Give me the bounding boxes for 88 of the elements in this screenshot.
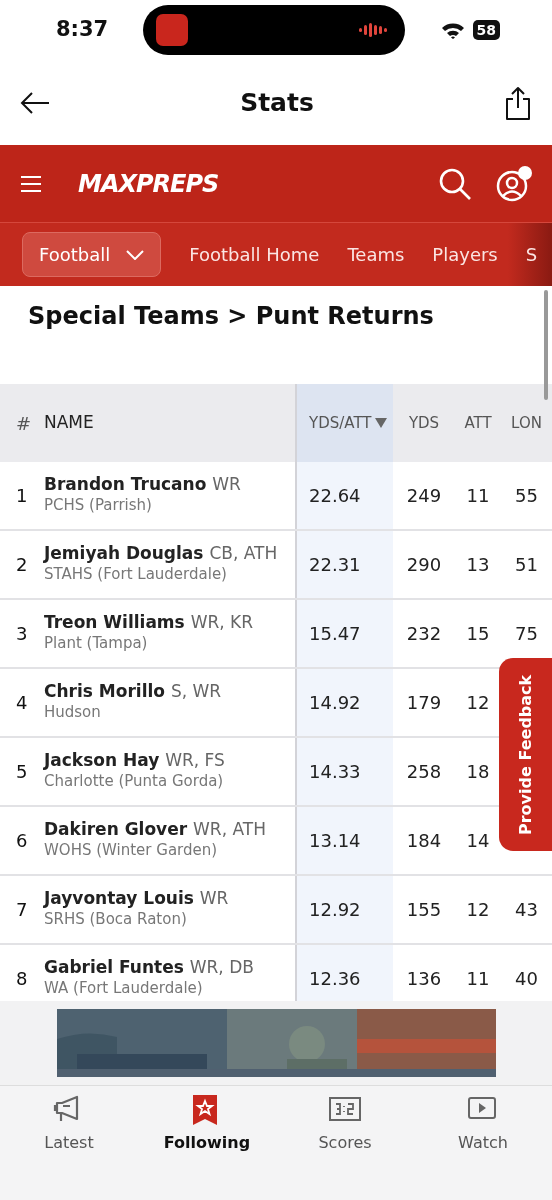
- page-header-title: Stats: [240, 86, 314, 119]
- account-icon: [496, 165, 532, 202]
- column-header[interactable]: LON: [501, 411, 552, 435]
- rank-cell-text: 7: [15, 899, 28, 920]
- rank-cell-text: 1: [15, 485, 28, 506]
- back-button[interactable]: [20, 90, 50, 115]
- table-cell: 14: [466, 830, 490, 851]
- table-cell-text: 14.92: [309, 691, 361, 715]
- player-name[interactable]: Jackson Hay WR, FS: [44, 750, 295, 771]
- school-name: STAHS (Fort Lauderdale): [44, 564, 228, 586]
- audio-wave-icon: [359, 23, 390, 37]
- share-button[interactable]: [504, 85, 532, 120]
- table-cell-text: 15.47: [309, 622, 361, 646]
- player-name[interactable]: Dakiren Glover WR, ATH: [44, 819, 295, 840]
- rank-cell-text: 8: [15, 968, 28, 989]
- table-cell: 51: [515, 554, 538, 575]
- table-cell: 55: [515, 485, 538, 506]
- table-cell: 13: [466, 554, 490, 575]
- table-cell-text: 12.92: [309, 898, 361, 922]
- player-name[interactable]: Treon Williams WR, KR: [44, 612, 295, 633]
- school-name: Plant (Tampa): [44, 633, 149, 655]
- table-cell: 290: [406, 554, 442, 575]
- account-button[interactable]: [496, 165, 532, 202]
- table-cell-text: 13.14: [309, 829, 361, 853]
- menu-icon: [20, 175, 42, 193]
- school-name: PCHS (Parrish): [44, 495, 153, 517]
- table-cell: 11: [466, 485, 490, 506]
- table-cell: 184: [406, 830, 442, 851]
- school-name: WOHS (Winter Garden): [44, 840, 219, 862]
- table-cell: 40: [515, 968, 538, 989]
- brand-logo[interactable]: MAXPREPS: [78, 165, 219, 202]
- school-name: Hudson: [44, 702, 102, 724]
- sport-dropdown[interactable]: Football: [22, 232, 162, 277]
- school-name: SRHS (Boca Raton): [44, 909, 188, 931]
- column-header[interactable]: YDS/ATT: [295, 384, 393, 462]
- column-header[interactable]: NAME: [44, 410, 295, 436]
- table-cell: 12: [466, 692, 490, 713]
- tab-bar-item[interactable]: Latest: [0, 1094, 138, 1200]
- table-cell-text: 14.33: [309, 760, 361, 784]
- column-header[interactable]: YDS: [393, 411, 455, 435]
- rank-cell-text: 2: [15, 554, 28, 575]
- table-cell: 43: [515, 899, 538, 920]
- table-cell: 12: [466, 899, 490, 920]
- table-cell: 136: [406, 968, 442, 989]
- feedback-button[interactable]: Provide Feedback: [499, 658, 552, 851]
- nav-link[interactable]: Football Home: [189, 241, 320, 268]
- school-name: WA (Fort Lauderdale): [44, 978, 204, 1000]
- table-cell: 249: [406, 485, 442, 506]
- table-cell: 155: [406, 899, 442, 920]
- player-name[interactable]: Chris Morillo S, WR: [44, 681, 295, 702]
- table-cell: 15: [466, 623, 490, 644]
- player-name[interactable]: Jayvontay Louis WR: [44, 888, 295, 909]
- rank-cell-text: 6: [15, 830, 28, 851]
- status-time: 8:37: [56, 16, 109, 44]
- rank-cell-text: 4: [15, 692, 28, 713]
- sort-desc-icon: [375, 418, 388, 428]
- nav-link[interactable]: Teams: [347, 241, 405, 268]
- table-cell: 18: [466, 761, 490, 782]
- rank-cell-text: 3: [15, 623, 28, 644]
- table-cell: 179: [406, 692, 442, 713]
- tab-bar-item[interactable]: Watch: [414, 1094, 552, 1200]
- tab-bar-item[interactable]: Following: [138, 1094, 276, 1200]
- battery-icon: 58: [472, 20, 500, 40]
- school-name: Charlotte (Punta Gorda): [44, 771, 225, 793]
- player-name[interactable]: Gabriel Funtes WR, DB: [44, 957, 295, 978]
- nav-link[interactable]: Players: [432, 241, 498, 268]
- rank-cell-text: 5: [15, 761, 28, 782]
- table-cell-text: 12.36: [309, 967, 361, 991]
- tab-bar-item[interactable]: Scores: [276, 1094, 414, 1200]
- table-cell-text: 22.31: [309, 553, 361, 577]
- section-title: Special Teams > Punt Returns: [28, 302, 435, 331]
- player-name[interactable]: Brandon Trucano WR: [44, 474, 295, 495]
- table-cell: 258: [406, 761, 442, 782]
- back-arrow-icon: [20, 92, 50, 114]
- column-header[interactable]: #: [0, 409, 44, 437]
- player-name[interactable]: Jemiyah Douglas CB, ATH: [44, 543, 295, 564]
- wifi-icon: [440, 21, 465, 39]
- search-icon: [438, 166, 472, 201]
- nav-link[interactable]: S: [525, 241, 538, 268]
- search-button[interactable]: [438, 166, 472, 201]
- table-cell: 11: [466, 968, 490, 989]
- share-icon: [504, 85, 532, 120]
- table-cell: 75: [515, 623, 538, 644]
- column-header[interactable]: ATT: [455, 411, 501, 435]
- app-icon: [156, 14, 189, 46]
- table-cell: 232: [406, 623, 442, 644]
- chevron-down-icon: [126, 249, 145, 260]
- table-cell-text: 22.64: [309, 484, 361, 508]
